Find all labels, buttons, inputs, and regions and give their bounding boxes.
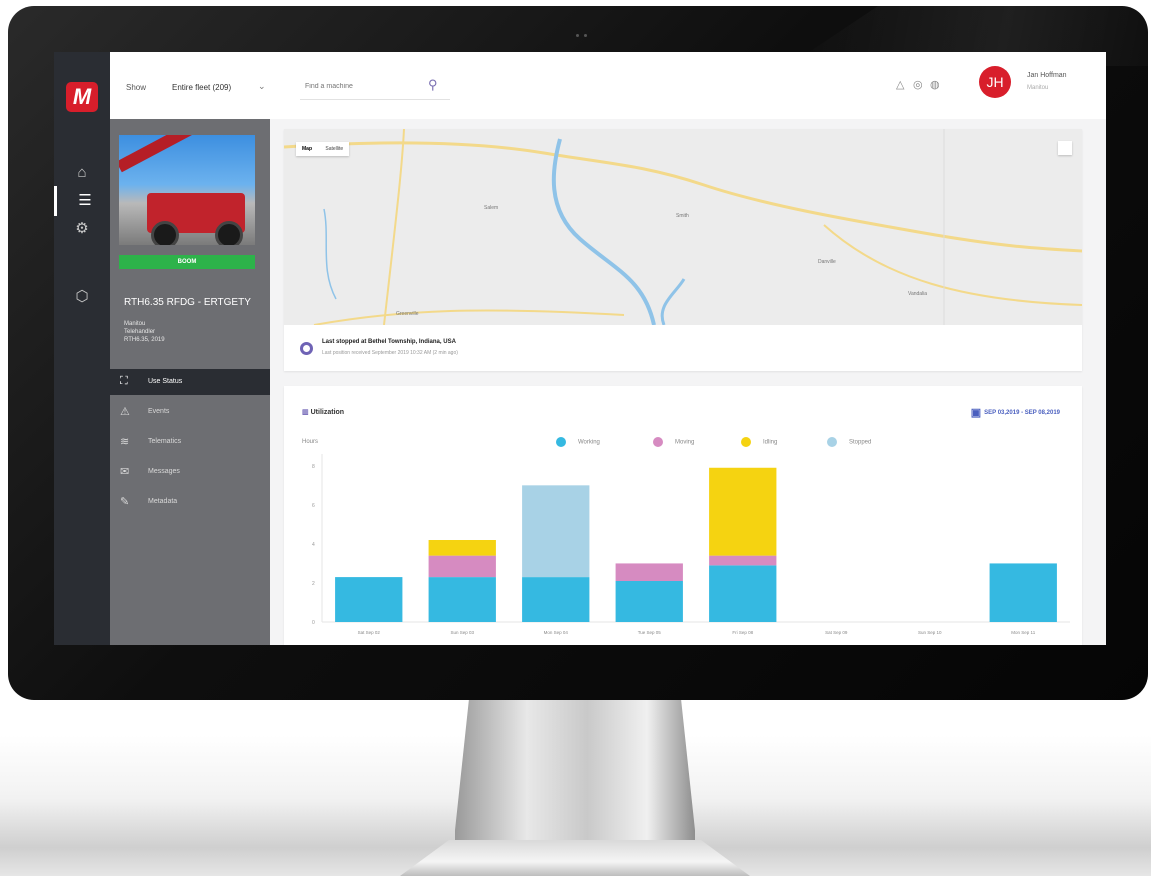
status-badge: BOOM <box>119 255 255 269</box>
avatar[interactable]: JH <box>979 66 1011 98</box>
utilization-chart: 0 2 4 6 8 Sat Sep 02 Sun Sep 03 Mon Sep 04 Tue S… <box>312 454 1070 635</box>
location-subtitle: Last position received September 2019 10… <box>322 350 458 356</box>
machine-type: Telehandler <box>124 329 156 335</box>
nav-events[interactable]: ⚠ Events <box>110 399 270 425</box>
app-screen: M ⌂ ☰ ⚙ ⬡ Show Entire fleet (209) ⌄ ⚲ △ … <box>54 52 1106 645</box>
x-tick-label: Tue Sep 05 <box>638 630 662 635</box>
x-tick-label: Mon Sep 04 <box>544 630 569 635</box>
monitor-stand <box>455 695 695 860</box>
bar-chart-icon: ▥ <box>302 409 309 416</box>
map-place-label: Vandalia <box>908 291 928 297</box>
nav-use-status[interactable]: ⛶ Use Status <box>110 369 270 395</box>
gears-icon[interactable]: ⚙ <box>54 214 110 244</box>
nav-telematics[interactable]: ≋ Telematics <box>110 429 270 455</box>
chevron-down-icon[interactable]: ⌄ <box>258 81 266 92</box>
bar-segment-moving[interactable] <box>709 555 777 566</box>
nav-metadata[interactable]: ✎ Metadata <box>110 489 270 515</box>
y-tick-label: 2 <box>312 581 315 587</box>
globe-icon[interactable]: ◍ <box>930 78 940 91</box>
bar-segment-moving[interactable] <box>428 555 496 578</box>
show-label: Show <box>126 83 147 92</box>
fullscreen-button[interactable] <box>1058 141 1072 155</box>
map-place-label: Smith <box>676 213 689 219</box>
location-pin-icon <box>300 342 313 355</box>
bar-segment-idling[interactable] <box>709 467 777 556</box>
bar-segment-working[interactable] <box>522 577 590 622</box>
bar-segment-idling[interactable] <box>428 540 496 556</box>
bar-segment-working[interactable] <box>709 565 777 622</box>
search-box[interactable]: ⚲ <box>300 75 450 100</box>
message-icon: ✉ <box>120 466 130 478</box>
y-tick-label: 0 <box>312 620 315 626</box>
chart-title: ▥ Utilization <box>302 408 344 416</box>
last-location-row: Last stopped at Bethel Township, Indiana… <box>284 325 1082 371</box>
edit-icon: ✎ <box>120 496 130 508</box>
legend-moving[interactable]: Moving <box>653 437 694 447</box>
x-tick-label: Fri Sep 08 <box>732 630 753 635</box>
y-tick-label: 6 <box>312 503 315 509</box>
legend-working[interactable]: Working <box>556 437 600 447</box>
monitor-foot <box>400 840 750 876</box>
tab-satellite[interactable]: Satellite <box>319 142 349 156</box>
calendar-icon: ▣ <box>970 407 982 419</box>
map-place-label: Danville <box>818 259 836 265</box>
date-range-picker[interactable]: ▣ SEP 03,2019 - SEP 08,2019 <box>971 406 1060 419</box>
y-tick-label: 4 <box>312 542 315 548</box>
nav-label: Telematics <box>148 438 182 445</box>
chat-icon[interactable]: ◎ <box>913 78 923 91</box>
x-tick-label: Sun Sep 03 <box>450 630 474 635</box>
search-icon[interactable]: ⚲ <box>428 77 438 93</box>
machine-panel: BOOM RTH6.35 RFDG - ERTGETY Manitou Tele… <box>110 119 270 645</box>
nav-label: Use Status <box>148 378 183 385</box>
map-place-label: Salem <box>484 205 499 211</box>
machine-brand: Manitou <box>124 321 146 327</box>
x-tick-label: Sat Sep 09 <box>825 630 848 635</box>
x-tick-label: Mon Sep 11 <box>1011 630 1035 635</box>
bar-segment-working[interactable] <box>615 581 683 622</box>
nav-messages[interactable]: ✉ Messages <box>110 459 270 485</box>
utilization-card: 0 2 4 6 8 Sat Sep 02 Sun Sep 03 Mon Sep 04 Tue S… <box>284 386 1082 645</box>
map-place-label: Greenville <box>396 311 419 317</box>
map-type-tabs: Map Satellite <box>296 142 350 156</box>
legend-stopped[interactable]: Stopped <box>827 437 871 447</box>
user-name: Jan Hoffman <box>1027 72 1067 79</box>
manitou-logo[interactable]: M <box>66 82 98 112</box>
bar-segment-working[interactable] <box>989 563 1057 622</box>
date-range-text: SEP 03,2019 - SEP 08,2019 <box>984 410 1060 417</box>
search-input[interactable] <box>305 83 425 90</box>
home-icon[interactable]: ⌂ <box>54 158 110 188</box>
machine-name: RTH6.35 RFDG - ERTGETY <box>124 297 251 308</box>
nav-label: Metadata <box>148 498 178 505</box>
map-card: Map Satellite Salem Smith Greenville Dan… <box>284 129 1082 371</box>
nav-label: Events <box>148 408 170 415</box>
y-axis-title: Hours <box>302 439 319 445</box>
fleet-select[interactable]: Entire fleet (209) <box>172 83 231 92</box>
alert-icon[interactable]: △ <box>896 78 904 91</box>
chart-title-text: Utilization <box>310 409 345 416</box>
camera-icon <box>576 24 592 37</box>
machine-photo <box>119 135 255 245</box>
bar-segment-working[interactable] <box>428 577 496 622</box>
top-bar: Show Entire fleet (209) ⌄ ⚲ △ ◎ ◍ JH Jan… <box>110 52 1106 119</box>
bar-segment-moving[interactable] <box>615 563 683 581</box>
wifi-icon: ≋ <box>120 436 130 448</box>
legend-idling[interactable]: Idling <box>741 437 777 447</box>
map[interactable]: Map Satellite Salem Smith Greenville Dan… <box>284 129 1082 325</box>
x-tick-label: Sat Sep 02 <box>358 630 381 635</box>
alert-icon: ⚠ <box>120 406 130 418</box>
location-title: Last stopped at Bethel Township, Indiana… <box>322 339 456 345</box>
nav-label: Messages <box>148 468 180 475</box>
y-tick-label: 8 <box>312 464 315 470</box>
tab-map[interactable]: Map <box>296 142 318 156</box>
bar-segment-working[interactable] <box>335 577 403 622</box>
box-icon[interactable]: ⬡ <box>54 282 110 312</box>
bar-segment-stopped[interactable] <box>522 485 590 578</box>
user-role: Manitou <box>1027 85 1049 91</box>
map-roads <box>284 129 1082 325</box>
icon-rail: M ⌂ ☰ ⚙ ⬡ <box>54 52 110 645</box>
list-icon[interactable]: ☰ <box>54 186 113 216</box>
machine-model: RTH6.35, 2019 <box>124 337 165 343</box>
x-tick-label: Sun Sep 10 <box>918 630 942 635</box>
chart-icon: ⛶ <box>120 375 128 387</box>
